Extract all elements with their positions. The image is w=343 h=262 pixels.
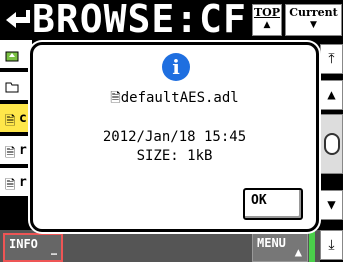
scrollbar-knob[interactable] (324, 133, 340, 155)
top-bar: BROWSE:CF TOP ▲ Current ▼ (0, 0, 343, 41)
scroll-strip: ⤒ ▲ ▼ ⤓ (320, 40, 343, 262)
menu-button[interactable]: MENU ▲ (252, 233, 308, 262)
list-item[interactable]: 🗎 r (0, 168, 32, 198)
file-icon: 🗎 (5, 146, 16, 161)
file-icon: 🗎 (110, 91, 121, 106)
file-date: 2012/Jan/18 15:45 (102, 129, 247, 145)
list-item[interactable]: 🗎 r (0, 136, 32, 166)
list-item[interactable] (0, 72, 32, 102)
page-title: BROWSE:CF (32, 0, 247, 41)
chevron-down-icon: ▼ (327, 197, 336, 213)
file-name-row: 🗎defaultAES.adl (33, 89, 316, 111)
scroll-bottom-button[interactable]: ⤓ (320, 230, 343, 260)
more-icon: … (50, 247, 57, 258)
file-icon: 🗎 (5, 178, 16, 193)
file-info-dialog: i 🗎defaultAES.adl 2012/Jan/18 15:45 SIZE… (30, 42, 319, 232)
scroll-top-icon: ⤒ (328, 51, 335, 67)
list-item[interactable] (0, 40, 32, 70)
scroll-top-button[interactable]: ⤒ (320, 44, 343, 74)
menu-button-label: MENU (257, 236, 286, 250)
list-item[interactable]: 🗎 c (0, 104, 32, 134)
scrollbar-track[interactable] (320, 114, 343, 174)
triangle-up-icon: ▲ (294, 245, 302, 259)
list-item-label: r (19, 143, 27, 158)
top-arrow-icon: ▲ (263, 20, 271, 30)
up-folder-icon (5, 51, 19, 62)
info-icon: i (162, 53, 190, 81)
file-size: SIZE: 1kB (136, 148, 213, 164)
top-button-label: TOP (253, 6, 281, 19)
scroll-down-button[interactable]: ▼ (320, 190, 343, 220)
ok-button[interactable]: OK (243, 188, 303, 220)
list-item-label: r (19, 175, 27, 190)
chevron-up-icon: ▲ (327, 87, 336, 103)
chevron-down-icon: ▼ (310, 20, 317, 30)
current-button[interactable]: Current ▼ (285, 4, 342, 36)
status-indicator (309, 230, 315, 262)
scroll-up-button[interactable]: ▲ (320, 80, 343, 110)
top-button[interactable]: TOP ▲ (252, 4, 282, 36)
file-icon: 🗎 (5, 114, 16, 129)
file-name: defaultAES.adl (120, 90, 239, 106)
scroll-bottom-icon: ⤓ (328, 237, 335, 253)
folder-icon (5, 82, 19, 93)
list-item-label: c (19, 111, 27, 126)
file-list: 🗎 c 🗎 r 🗎 r (0, 40, 32, 230)
info-button[interactable]: INFO … (3, 233, 63, 262)
info-button-label: INFO (9, 237, 38, 251)
current-button-label: Current (289, 6, 338, 19)
back-arrow-icon[interactable] (2, 4, 32, 36)
